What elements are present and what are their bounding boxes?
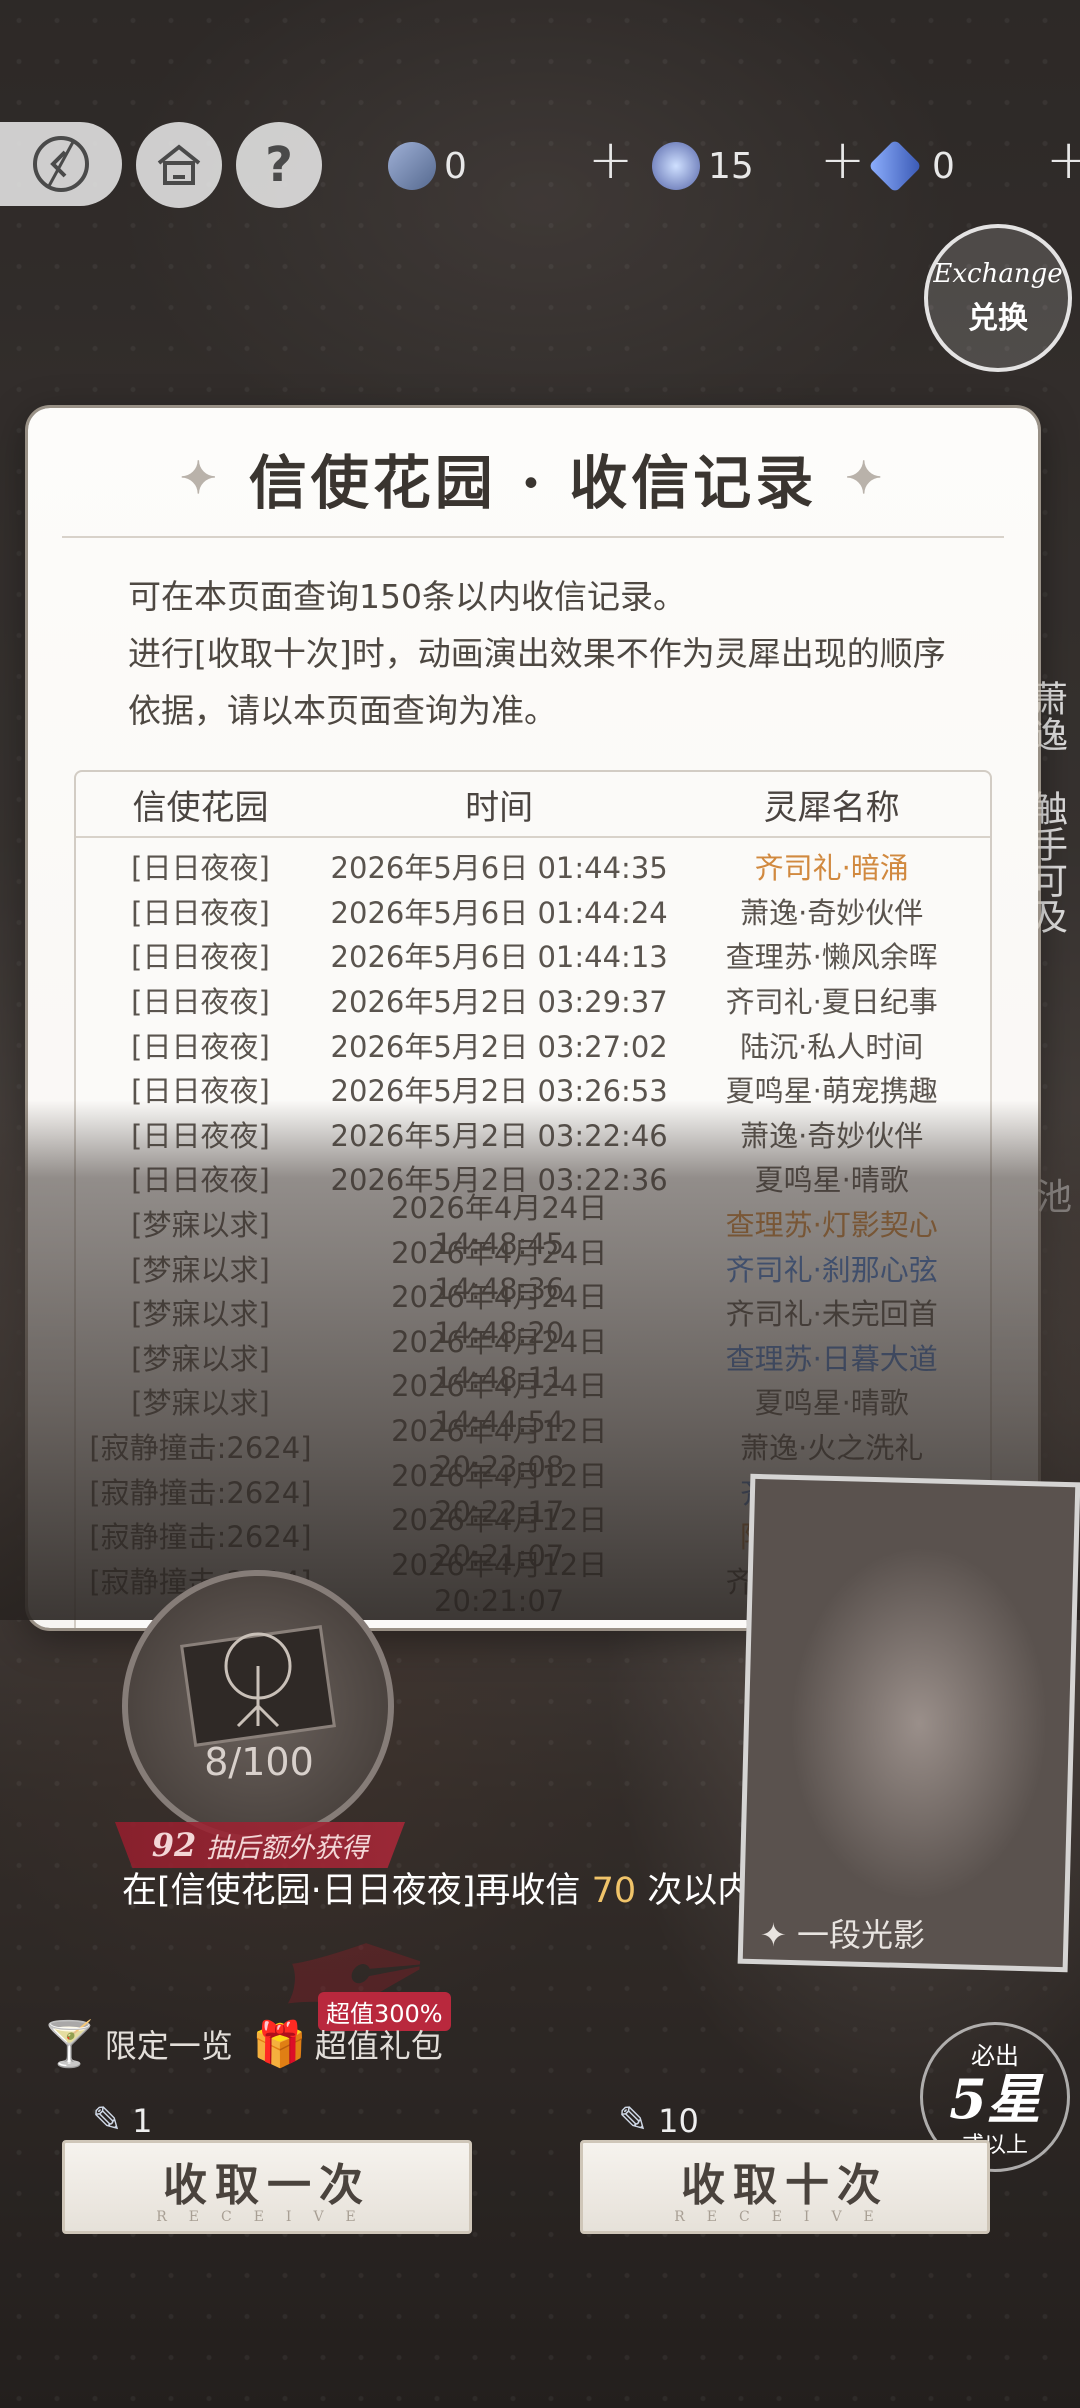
table-row: [日日夜夜] 2026年5月6日 01:44:24 萧逸·奇妙伙伴 — [76, 889, 990, 934]
desc-line: 依据，请以本页面查询为准。 — [128, 691, 557, 730]
desc-line: 进行[收取十次]时，动画演出效果不作为灵犀出现的顺序 — [128, 634, 946, 673]
cell-time: 2026年5月6日 01:44:13 — [330, 940, 668, 975]
back-icon — [33, 136, 89, 192]
exchange-button[interactable]: Exchange 兑换 — [924, 224, 1072, 372]
currency-orb: 15 — [652, 136, 754, 196]
header-garden: 信使花园 — [132, 787, 269, 828]
cocktail-icon: 🍸 — [42, 2019, 97, 2070]
guarantee-badge-mid: 5星 — [949, 2066, 1041, 2131]
exchange-label: 兑换 — [968, 301, 1028, 336]
gift-icon: 🎁 — [252, 2019, 307, 2070]
currency-value: 15 — [708, 145, 754, 187]
gift-pack-label: 超值礼包 — [314, 2027, 443, 2065]
currency-feather: 0 — [388, 136, 467, 196]
feather-icon: ✎ — [92, 2100, 123, 2141]
modal-description: 可在本页面查询150条以内收信记录。 进行[收取十次]时，动画演出效果不作为灵犀… — [128, 568, 1018, 739]
modal-title: 信使花园 · 收信记录 — [248, 449, 818, 517]
guarantee-pre: 在[信使花园·日日夜夜]再收信 — [122, 1871, 592, 1911]
single-cost-value: 1 — [132, 2101, 153, 2140]
diamond-card-icon — [868, 139, 922, 193]
exchange-script: Exchange — [933, 259, 1063, 289]
cell-garden: [日日夜夜] — [131, 940, 270, 975]
top-bar: ? 0 + 15 + 0 + — [0, 122, 1080, 214]
currency-value: 0 — [932, 145, 955, 187]
feather-icon: ✎ — [618, 2100, 649, 2141]
limited-list-button[interactable]: 🍸 限定一览 — [42, 2018, 233, 2070]
crystal-orb-icon — [652, 142, 700, 190]
cell-name: 陆沉·私人时间 — [740, 1029, 924, 1064]
cell-name: 萧逸·奇妙伙伴 — [740, 895, 924, 930]
sparkle-icon: ✦ — [760, 1916, 797, 1954]
cell-name: 查理苏·懒风余晖 — [725, 940, 938, 975]
bonus-badge-number: 92 — [151, 1826, 197, 1864]
sparkle-icon: ✦ — [179, 452, 221, 504]
guarantee-badge-top: 必出 — [971, 2041, 1019, 2070]
gift-pack-button[interactable]: 🎁 超值礼包 — [252, 2018, 443, 2070]
cell-time: 2026年5月6日 01:44:35 — [330, 851, 668, 886]
title-divider — [62, 536, 1004, 538]
ten-cost: ✎ 10 — [618, 2100, 699, 2141]
add-card-button[interactable]: + — [1046, 128, 1080, 191]
cell-name: 齐司礼·暗涌 — [754, 851, 909, 886]
cell-garden: [日日夜夜] — [131, 985, 270, 1020]
desc-line: 可在本页面查询150条以内收信记录。 — [128, 577, 686, 616]
back-button[interactable] — [0, 122, 122, 206]
table-row: [日日夜夜] 2026年5月2日 03:29:37 齐司礼·夏日纪事 — [76, 978, 990, 1023]
feather-ticket-icon — [388, 142, 436, 190]
cell-garden: [日日夜夜] — [131, 851, 270, 886]
featured-card[interactable] — [737, 1473, 1080, 1973]
home-icon — [157, 144, 201, 185]
header-time: 时间 — [465, 787, 534, 828]
currency-value: 0 — [444, 145, 467, 187]
cell-time: 2026年5月2日 03:27:02 — [330, 1029, 668, 1064]
home-button[interactable] — [136, 122, 222, 208]
question-icon: ? — [265, 137, 293, 193]
ten-cost-value: 10 — [658, 2101, 699, 2140]
single-cost: ✎ 1 — [92, 2100, 153, 2141]
receive-once-sub: RECEIVE — [156, 2209, 378, 2225]
guarantee-number: 70 — [591, 1871, 637, 1911]
modal-title-bar: ✦ 信使花园 · 收信记录 ✦ — [28, 428, 1038, 528]
cell-garden: [日日夜夜] — [131, 1029, 270, 1064]
receive-ten-sub: RECEIVE — [674, 2209, 896, 2225]
pity-medal — [122, 1570, 394, 1842]
cell-time: 2026年5月2日 03:29:37 — [330, 985, 668, 1020]
table-row: [日日夜夜] 2026年5月6日 01:44:13 查理苏·懒风余晖 — [76, 933, 990, 978]
cell-name: 齐司礼·夏日纪事 — [725, 985, 938, 1020]
sparkle-icon: ✦ — [845, 452, 887, 504]
receive-ten-label: 收取十次 — [681, 2160, 889, 2211]
card-label-text: 一段光影 — [796, 1916, 925, 1954]
table-row: [日日夜夜] 2026年5月2日 03:27:02 陆沉·私人时间 — [76, 1022, 990, 1067]
add-feather-button[interactable]: + — [588, 128, 633, 191]
bonus-badge-text: 抽后额外获得 — [206, 1832, 369, 1864]
cell-time: 2026年5月6日 01:44:24 — [330, 895, 668, 930]
limited-list-label: 限定一览 — [104, 2027, 233, 2065]
header-name: 灵犀名称 — [763, 787, 900, 828]
cell-garden: [日日夜夜] — [131, 895, 270, 930]
receive-once-button[interactable]: 收取一次 RECEIVE — [62, 2140, 472, 2234]
featured-card-label: ✦ 一段光影 — [760, 1910, 925, 1956]
receive-ten-button[interactable]: 收取十次 RECEIVE — [580, 2140, 990, 2234]
pity-count: 8/100 — [204, 1740, 314, 1784]
table-row: [日日夜夜] 2026年5月6日 01:44:35 齐司礼·暗涌 — [76, 844, 990, 889]
help-button[interactable]: ? — [236, 122, 322, 208]
table-header: 信使花园 时间 灵犀名称 — [76, 772, 990, 838]
receive-once-label: 收取一次 — [163, 2160, 371, 2211]
add-orb-button[interactable]: + — [820, 128, 865, 191]
currency-card: 0 — [868, 136, 955, 196]
